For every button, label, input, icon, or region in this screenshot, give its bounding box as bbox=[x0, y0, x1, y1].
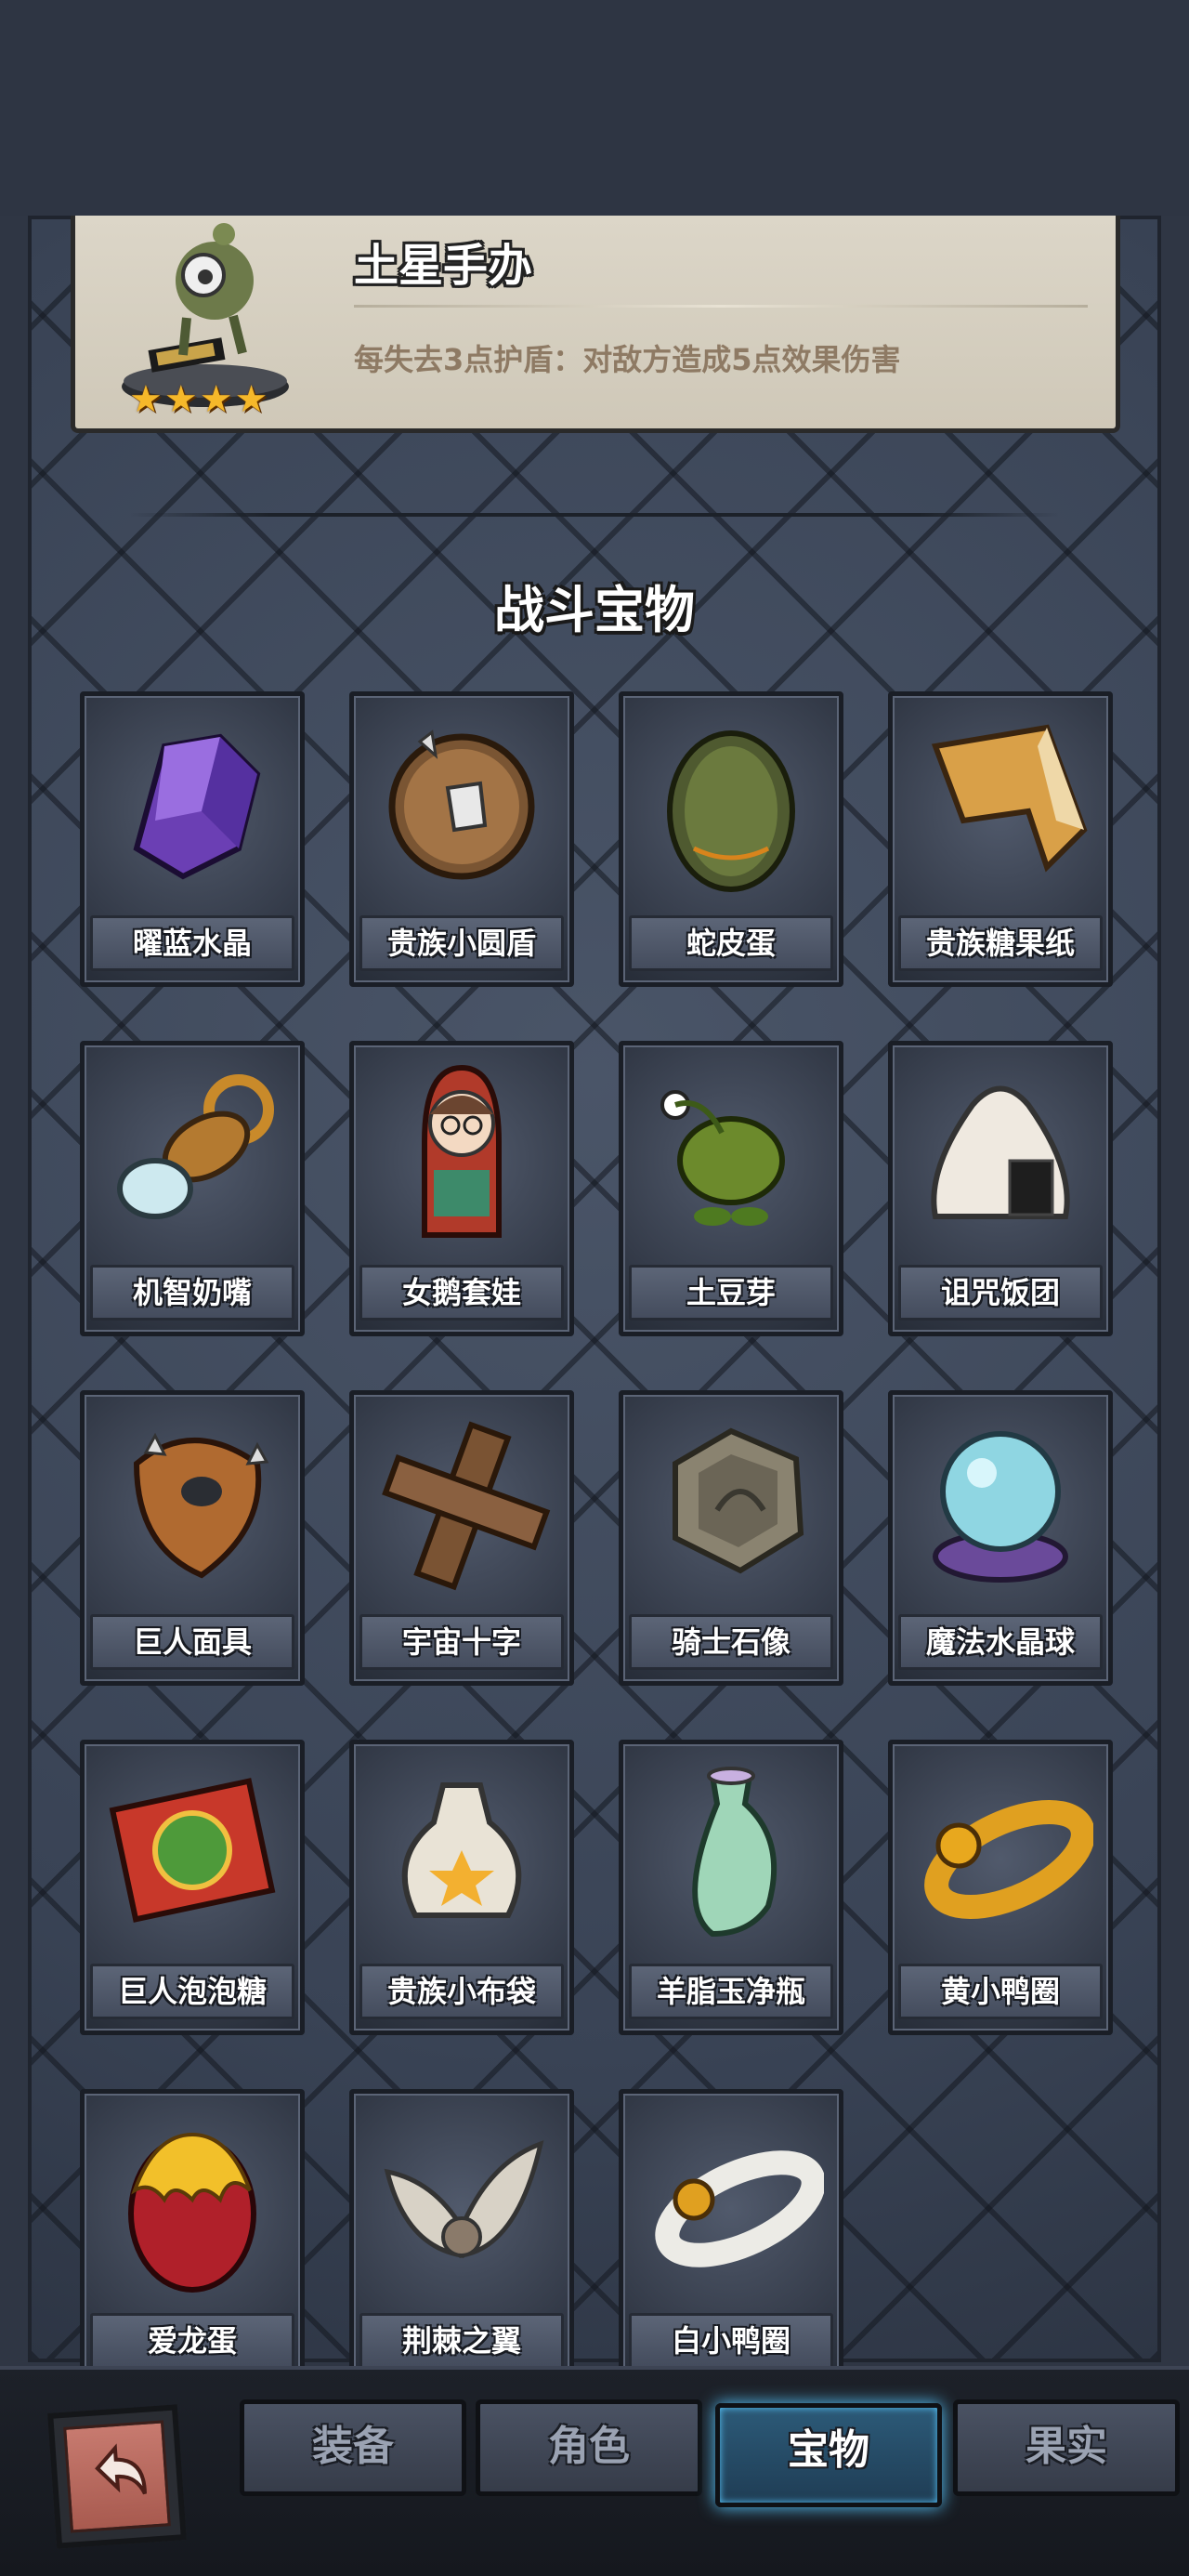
treasure-tile[interactable]: 贵族小圆盾 bbox=[349, 691, 574, 987]
rice-ball-icon bbox=[931, 1085, 1070, 1219]
treasure-tile[interactable]: 魔法水晶球 bbox=[888, 1390, 1113, 1686]
treasure-label: 魔法水晶球 bbox=[898, 1614, 1103, 1670]
treasure-label: 白小鸭圈 bbox=[629, 2313, 833, 2369]
jade-vase-icon bbox=[692, 1767, 777, 1938]
wooden-cross-icon bbox=[382, 1421, 551, 1591]
crystal-ball-icon bbox=[933, 1431, 1068, 1583]
back-button[interactable] bbox=[47, 2404, 187, 2549]
round-shield-icon bbox=[388, 729, 535, 880]
treasure-tile[interactable]: 诅咒饭团 bbox=[888, 1041, 1113, 1336]
white-duck-ring-icon bbox=[655, 2150, 824, 2267]
treasure-tile[interactable]: 羊脂玉净瓶 bbox=[619, 1740, 843, 2035]
back-button-face bbox=[63, 2420, 171, 2533]
tab-fruits[interactable]: 果实 bbox=[953, 2399, 1180, 2496]
pacifier-icon bbox=[117, 1074, 274, 1219]
purple-crystal-icon bbox=[133, 733, 261, 880]
treasure-description: 每失去3点护盾：对敌方造成5点效果伤害 bbox=[354, 342, 901, 377]
treasure-tile[interactable]: 贵族糖果纸 bbox=[888, 691, 1113, 987]
top-bar bbox=[0, 0, 1189, 216]
treasure-detail-card: ★ ★ ★ ★ 土星手办 每失去3点护盾：对敌方造成5点效果伤害 bbox=[71, 216, 1120, 433]
treasure-label: 土豆芽 bbox=[629, 1265, 833, 1321]
back-arrow-icon bbox=[95, 2443, 147, 2495]
divider bbox=[354, 305, 1088, 308]
treasure-label: 贵族小布袋 bbox=[359, 1964, 564, 2019]
star-icon: ★ bbox=[234, 378, 268, 421]
treasure-tile[interactable]: 巨人泡泡糖 bbox=[80, 1740, 305, 2035]
star-icon: ★ bbox=[199, 378, 233, 421]
section-divider bbox=[130, 513, 1059, 517]
treasure-label: 羊脂玉净瓶 bbox=[629, 1964, 833, 2019]
treasure-tile[interactable]: 机智奶嘴 bbox=[80, 1041, 305, 1336]
treasure-label: 曜蓝水晶 bbox=[90, 915, 294, 971]
treasure-tile[interactable]: 女鹅套娃 bbox=[349, 1041, 574, 1336]
treasure-label: 贵族小圆盾 bbox=[359, 915, 564, 971]
treasure-label: 巨人面具 bbox=[90, 1614, 294, 1670]
treasure-tile[interactable]: 贵族小布袋 bbox=[349, 1740, 574, 2035]
potato-sprout-icon bbox=[660, 1090, 785, 1226]
treasure-tile[interactable]: 宇宙十字 bbox=[349, 1390, 574, 1686]
candy-wrapper-icon bbox=[931, 724, 1088, 873]
treasure-label: 机智奶嘴 bbox=[90, 1265, 294, 1321]
treasure-name: 土星手办 bbox=[354, 240, 533, 292]
treasure-tile[interactable]: 曜蓝水晶 bbox=[80, 691, 305, 987]
treasure-tile[interactable]: 白小鸭圈 bbox=[619, 2089, 843, 2385]
treasure-label: 黄小鸭圈 bbox=[898, 1964, 1103, 2019]
tab-treasures[interactable]: 宝物 bbox=[715, 2403, 942, 2507]
stone-statue-icon bbox=[673, 1427, 804, 1574]
dragon-egg-icon bbox=[128, 2132, 256, 2293]
nesting-doll-icon bbox=[422, 1064, 502, 1238]
treasure-label: 贵族糖果纸 bbox=[898, 915, 1103, 971]
treasure-label: 骑士石像 bbox=[629, 1614, 833, 1670]
treasure-label: 荆棘之翼 bbox=[359, 2313, 564, 2369]
treasure-label: 蛇皮蛋 bbox=[629, 915, 833, 971]
tab-characters[interactable]: 角色 bbox=[476, 2399, 702, 2496]
giant-mask-icon bbox=[133, 1432, 269, 1579]
treasure-label: 女鹅套娃 bbox=[359, 1265, 564, 1321]
treasure-tile[interactable]: 巨人面具 bbox=[80, 1390, 305, 1686]
treasure-tile[interactable]: 土豆芽 bbox=[619, 1041, 843, 1336]
treasure-tile[interactable]: 蛇皮蛋 bbox=[619, 691, 843, 987]
treasure-label: 宇宙十字 bbox=[359, 1614, 564, 1670]
treasure-tile[interactable]: 骑士石像 bbox=[619, 1390, 843, 1686]
treasure-label: 爱龙蛋 bbox=[90, 2313, 294, 2369]
section-title: 战斗宝物 bbox=[494, 581, 695, 639]
thorn-wings-icon bbox=[384, 2140, 544, 2258]
treasure-tile[interactable]: 荆棘之翼 bbox=[349, 2089, 574, 2385]
treasure-label: 诅咒饭团 bbox=[898, 1265, 1103, 1321]
treasure-tile[interactable]: 黄小鸭圈 bbox=[888, 1740, 1113, 2035]
rarity-stars: ★ ★ ★ ★ bbox=[129, 381, 268, 418]
star-icon: ★ bbox=[129, 378, 163, 421]
snakeskin-egg-icon bbox=[667, 730, 795, 892]
star-icon: ★ bbox=[163, 378, 198, 421]
tab-equipment[interactable]: 装备 bbox=[240, 2399, 466, 2496]
cloth-bag-icon bbox=[401, 1782, 522, 1918]
bubble-gum-icon bbox=[109, 1778, 276, 1923]
treasure-label: 巨人泡泡糖 bbox=[90, 1964, 294, 2019]
yellow-duck-ring-icon bbox=[924, 1799, 1093, 1920]
treasure-tile[interactable]: 爱龙蛋 bbox=[80, 2089, 305, 2385]
